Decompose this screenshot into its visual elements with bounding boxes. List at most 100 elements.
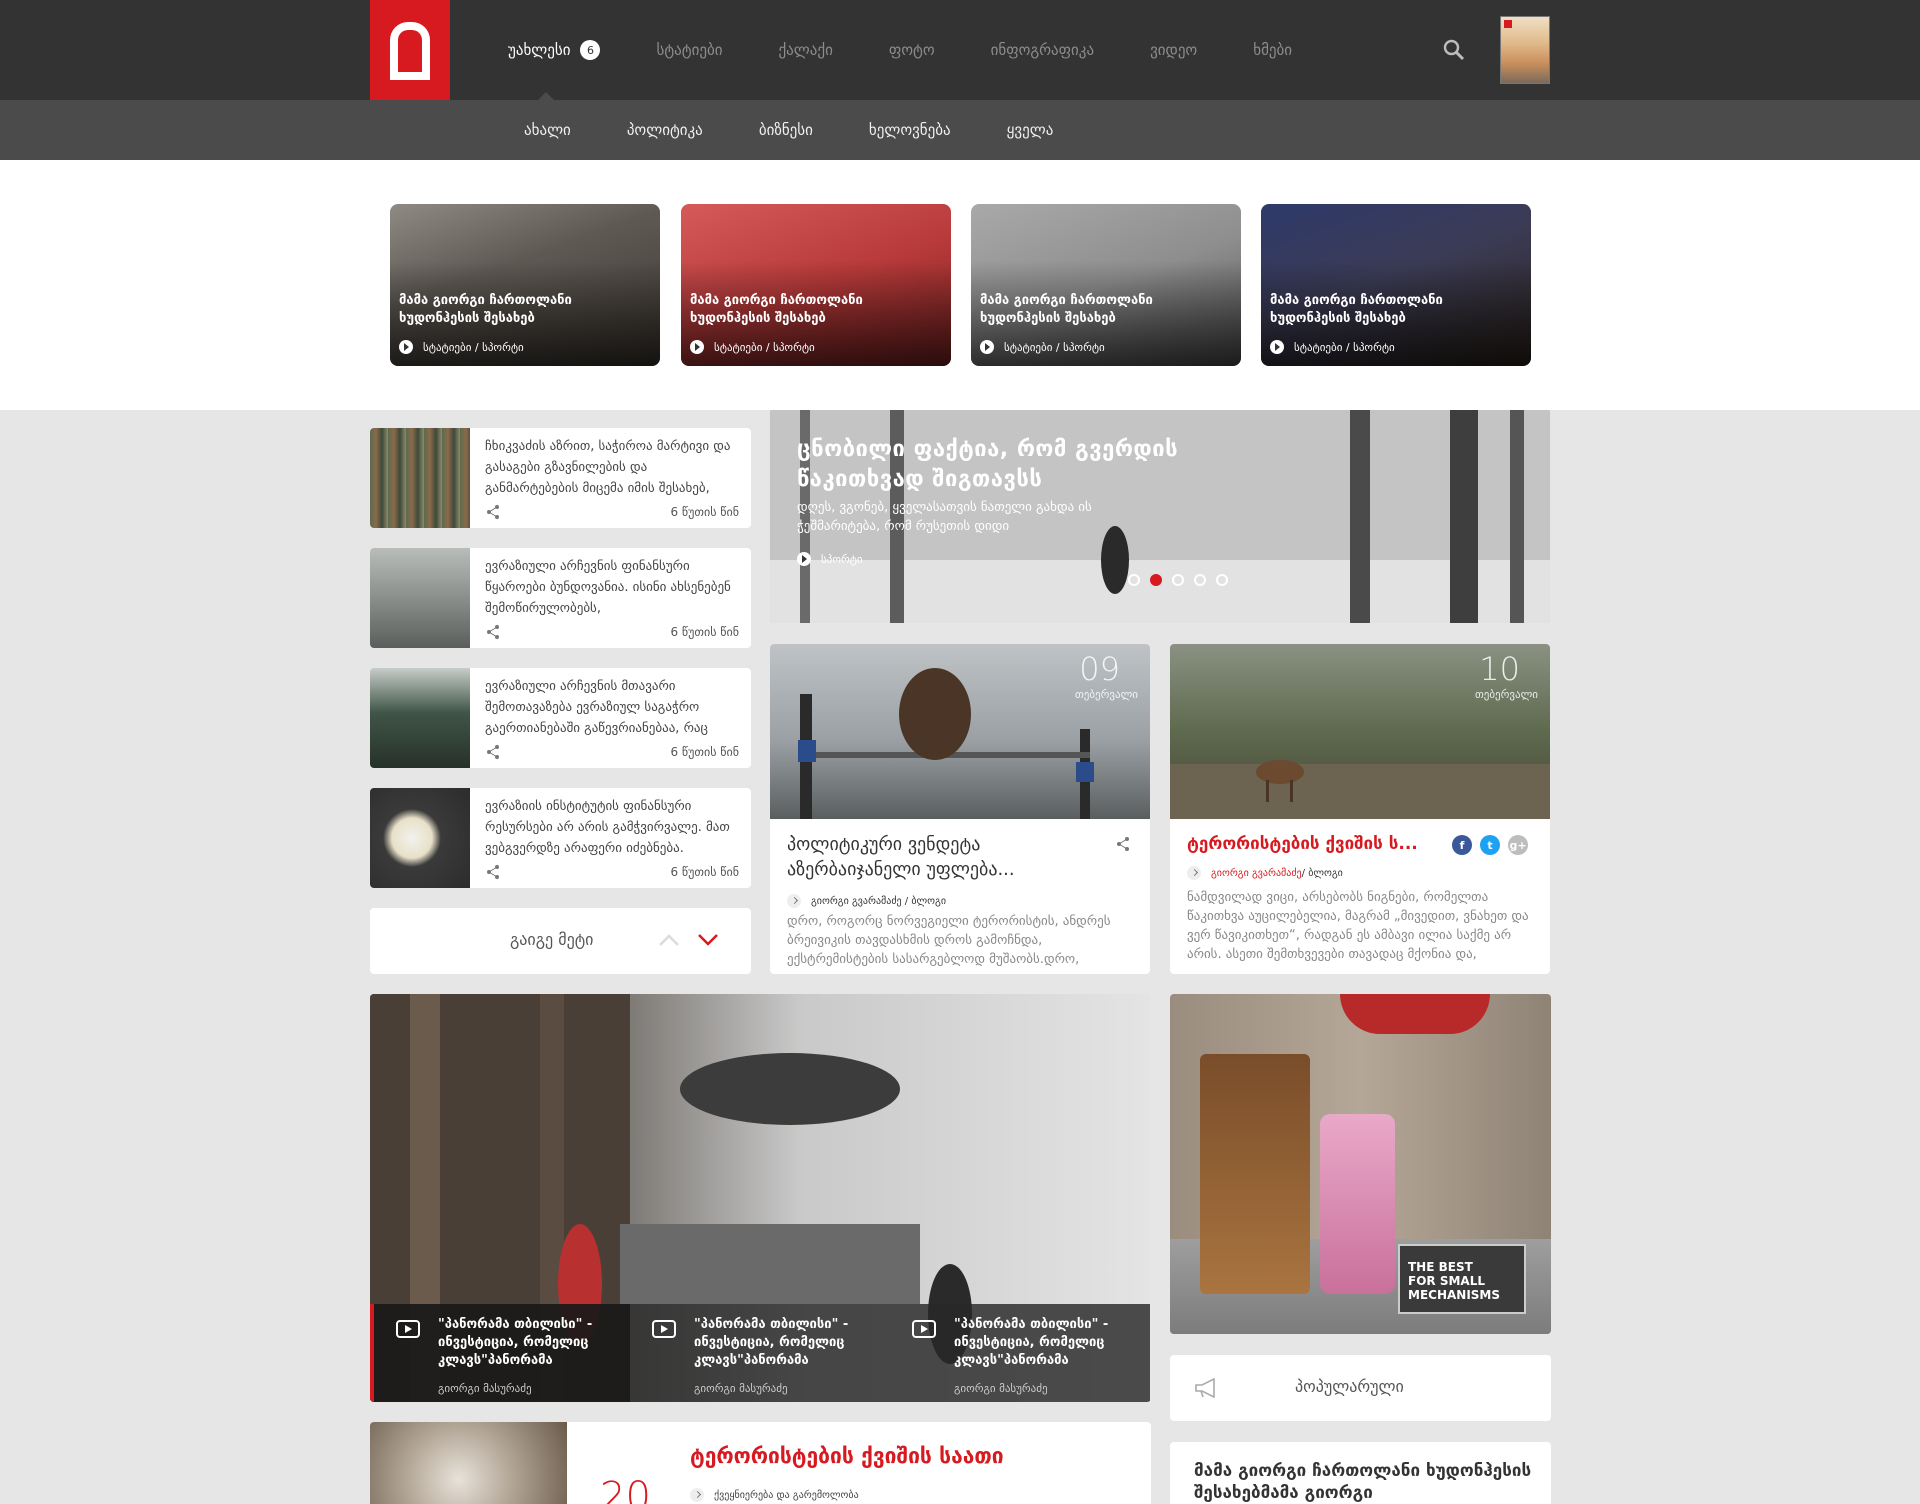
hero-title: ცნობილი ფაქტია, რომ გვერდის წაკითხვად ში… [797, 437, 1179, 492]
byline-category: / ბლოგი [1301, 867, 1343, 879]
share-icon[interactable] [485, 864, 501, 880]
ad-lamp [1340, 994, 1490, 1034]
slider-dots [1128, 574, 1238, 586]
featured-card[interactable]: მამა გიორგი ჩართოლანი ხუდონჰესის შესახებ… [1261, 204, 1531, 366]
list-time: 6 წუთის წინ [670, 505, 739, 519]
list-time: 6 წუთის წინ [670, 625, 739, 639]
news-card-title[interactable]: პოლიტიკური ვენდეტა აზერბაიჯანელი უფლება.… [787, 832, 1087, 882]
hero-meta: სპორტი [797, 552, 863, 566]
popular-label: პოპულარული [1295, 1377, 1404, 1396]
list-item[interactable]: ევრაზიული არჩევნის ფინანსური წყაროები ბუ… [370, 548, 751, 648]
nav-item-photo[interactable]: ფოტო [889, 41, 935, 59]
news-card: 10 თებერვალი ტერორისტების ქვიშის ს... f … [1170, 644, 1550, 974]
hero-slider[interactable]: ცნობილი ფაქტია, რომ გვერდის წაკითხვად ში… [770, 410, 1550, 623]
featured-card[interactable]: მამა გიორგი ჩართოლანი ხუდონჰესის შესახებ… [681, 204, 951, 366]
list-thumbnail [370, 668, 470, 768]
google-plus-icon[interactable]: g+ [1508, 835, 1528, 855]
news-card-excerpt: ნამდვილად ვიცი, არსებობს ნიგნები, რომელთ… [1187, 890, 1529, 962]
nav-label: უახლესი [508, 41, 571, 59]
featured-meta: სტატიები / სპორტი [399, 340, 524, 354]
slider-dot[interactable] [1194, 574, 1206, 586]
news-card-image[interactable]: 09 თებერვალი [770, 644, 1150, 819]
arrow-circle-icon [690, 1488, 704, 1502]
nav-item-city[interactable]: ქალაქი [778, 41, 832, 59]
chevron-up-icon[interactable] [658, 932, 680, 948]
top-bar: უახლესი 6 სტატიები ქალაქი ფოტო ინფოგრაფი… [0, 0, 1920, 100]
facebook-icon[interactable]: f [1452, 835, 1472, 855]
bottom-article-byline: ქვეყნიერება და გარემოლობა [690, 1488, 859, 1502]
slider-dot[interactable] [1128, 574, 1140, 586]
video-strip: "პანორამა თბილისი" - ინვესტიცია, რომელიც… [370, 1304, 1151, 1402]
news-card-excerpt: დრო, როგორც ნორვეგიელი ტერორისტის, ანდრე… [787, 914, 1111, 967]
magazine-cover-thumbnail[interactable] [1500, 16, 1550, 84]
list-thumbnail [370, 548, 470, 648]
list-thumbnail [370, 788, 470, 888]
featured-meta: სტატიები / სპორტი [980, 340, 1105, 354]
featured-category: სტატიები / სპორტი [423, 340, 524, 354]
list-item[interactable]: ევრაზიის ინსტიტუტის ფინანსური რესურსები … [370, 788, 751, 888]
bottom-article[interactable]: 20 ტერორისტების ქვიშის საათი ქვეყნიერება… [370, 1422, 1151, 1504]
subnav-item-all[interactable]: ყველა [1007, 121, 1054, 139]
video-item[interactable]: "პანორამა თბილისი" - ინვესტიცია, რომელიც… [630, 1304, 890, 1402]
video-author: გიორგი მასურაძე [694, 1382, 788, 1395]
list-time: 6 წუთის წინ [670, 745, 739, 759]
chevron-down-icon[interactable] [697, 932, 719, 948]
list-item[interactable]: ევრაზიული არჩევნის მთავარი შემოთავაზება … [370, 668, 751, 768]
twitter-icon[interactable]: t [1480, 835, 1500, 855]
nav-label: ხმები [1253, 41, 1293, 59]
featured-card[interactable]: მამა გიორგი ჩართოლანი ხუდონჰესის შესახებ… [971, 204, 1241, 366]
list-time: 6 წუთის წინ [670, 865, 739, 879]
news-card-image[interactable]: 10 თებერვალი [1170, 644, 1550, 819]
advertisement[interactable]: THE BEST FOR SMALL MECHANISMS [1170, 994, 1551, 1334]
featured-category: სტატიები / სპორტი [1294, 340, 1395, 354]
nav-item-infographics[interactable]: ინფოგრაფიკა [991, 41, 1094, 59]
video-title: "პანორამა თბილისი" - ინვესტიცია, რომელიც… [694, 1317, 849, 1368]
subnav-item-new[interactable]: ახალი [524, 121, 571, 139]
share-icon[interactable] [485, 504, 501, 520]
nav-item-latest[interactable]: უახლესი 6 [508, 0, 601, 100]
subnav-item-art[interactable]: ხელოვნება [869, 121, 951, 139]
card-day: 09 [1079, 650, 1120, 688]
nav-item-video[interactable]: ვიდეო [1150, 41, 1197, 59]
site-logo[interactable] [370, 0, 450, 100]
byline-author[interactable]: გიორგი გვარამაძე [1211, 868, 1302, 879]
subnav-item-politics[interactable]: პოლიტიკა [627, 121, 703, 139]
play-video-icon [396, 1320, 420, 1338]
nav-count-badge: 6 [580, 40, 601, 60]
list-thumbnail [370, 428, 470, 528]
share-icon[interactable] [485, 744, 501, 760]
list-item[interactable]: ჩხიკვაძის აზრით, საჭიროა მარტივი და გასა… [370, 428, 751, 528]
nav-item-voices[interactable]: ხმები [1253, 41, 1292, 59]
nav-label: ინფოგრაფიკა [990, 41, 1095, 59]
card-month: თებერვალი [1474, 688, 1538, 701]
arrow-circle-icon [797, 552, 811, 566]
active-caret [538, 92, 554, 100]
megaphone-icon [1195, 1377, 1215, 1399]
popular-header[interactable]: პოპულარული [1170, 1355, 1551, 1421]
popular-item-title: მამა გიორგი ჩართოლანი ხუდონჰესის შესახებ… [1194, 1461, 1532, 1503]
video-item[interactable]: "პანორამა თბილისი" - ინვესტიცია, რომელიც… [890, 1304, 1150, 1402]
nav-item-articles[interactable]: სტატიები [656, 41, 722, 59]
arrow-circle-icon [980, 340, 994, 354]
video-author: გიორგი მასურაძე [954, 1382, 1048, 1395]
share-icon[interactable] [485, 624, 501, 640]
featured-category: სტატიები / სპორტი [714, 340, 815, 354]
play-video-icon [912, 1320, 936, 1338]
featured-meta: სტატიები / სპორტი [690, 340, 815, 354]
ad-line: MECHANISMS [1408, 1288, 1501, 1302]
news-card-title[interactable]: ტერორისტების ქვიშის ს... [1187, 832, 1487, 857]
nav-label: ფოტო [888, 41, 935, 59]
featured-card[interactable]: მამა გიორგი ჩართოლანი ხუდონჰესის შესახებ… [390, 204, 660, 366]
hero-subtitle: დღეს, ვგონებ, ყველასათვის ნათელი გახდა ი… [797, 500, 1092, 534]
slider-dot[interactable] [1172, 574, 1184, 586]
slider-dot-active[interactable] [1150, 574, 1162, 586]
video-item-active[interactable]: "პანორამა თბილისი" - ინვესტიცია, რომელიც… [370, 1304, 630, 1402]
slider-dot[interactable] [1216, 574, 1228, 586]
subnav-item-business[interactable]: ბიზნესი [759, 121, 813, 139]
list-text: ევრაზიული არჩევნის მთავარი შემოთავაზება … [485, 679, 708, 736]
load-more-button[interactable]: გაიგე მეტი [510, 930, 593, 949]
search-icon[interactable] [1442, 38, 1466, 62]
share-icon[interactable] [1115, 836, 1131, 852]
popular-item[interactable]: მამა გიორგი ჩართოლანი ხუდონჰესის შესახებ… [1170, 1442, 1551, 1504]
video-gallery: "პანორამა თბილისი" - ინვესტიცია, რომელიც… [370, 994, 1151, 1402]
